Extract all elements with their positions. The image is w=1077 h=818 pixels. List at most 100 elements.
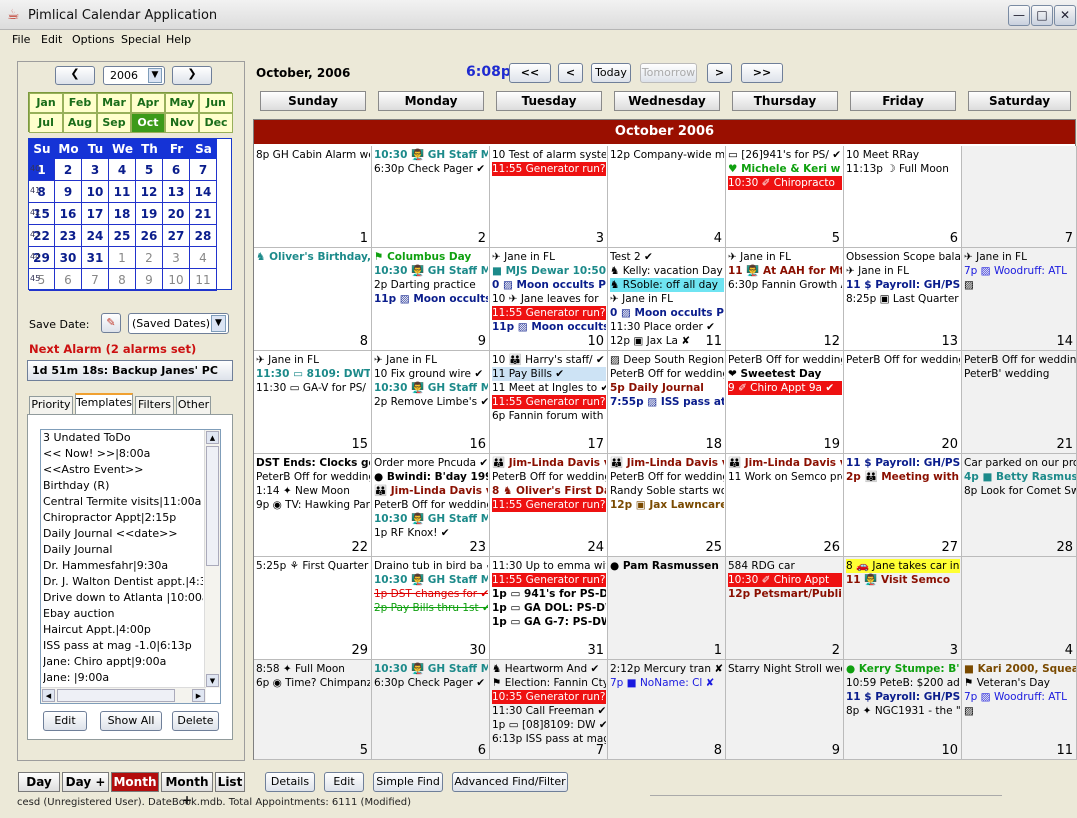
template-item[interactable]: << Now! >>|8:00a [43, 447, 203, 463]
calendar-event[interactable]: 12p Petsmart/Publix [728, 587, 842, 601]
calendar-day-cell[interactable]: 4 [962, 557, 1077, 660]
template-item[interactable]: Dr. Hammesfahr|9:30a [43, 559, 203, 575]
month-oct[interactable]: Oct [131, 113, 165, 133]
calendar-event[interactable]: 11p ▨ Moon occults [492, 320, 606, 334]
edit-button[interactable]: Edit [324, 772, 364, 792]
calendar-event[interactable]: 11:55 Generator run? [492, 498, 606, 512]
calendar-event[interactable]: ♞ Oliver's Birthday, [256, 250, 370, 264]
month-dec[interactable]: Dec [199, 113, 233, 133]
prev-year-button[interactable]: ❮ [55, 66, 95, 85]
mini-day[interactable]: 11 [190, 269, 217, 291]
calendar-day-cell[interactable]: 8p GH Cabin Alarm we 1 [254, 146, 372, 248]
mini-day[interactable]: 16 [55, 203, 82, 225]
calendar-event[interactable]: 10:30 👨‍🏫 GH Staff Me [374, 662, 488, 676]
calendar-event[interactable]: 5:25p ⚘ First Quarter [256, 559, 370, 573]
tab-templates[interactable]: Templates [75, 393, 133, 414]
calendar-day-cell[interactable]: 5:25p ⚘ First Quarter 29 [254, 557, 372, 660]
scroll-left-icon[interactable]: ◀ [42, 689, 55, 702]
calendar-event[interactable]: Obsession Scope bala [846, 250, 960, 264]
calendar-event[interactable]: PeterB Off for wedding [728, 353, 842, 367]
calendar-event[interactable]: ▨ [964, 704, 1076, 718]
scroll-thumb[interactable] [206, 446, 219, 566]
calendar-event[interactable]: 11p ▨ Moon occults [374, 292, 488, 306]
calendar-day-cell[interactable]: DST Ends: Clocks go PeterB Off for weddin… [254, 454, 372, 557]
calendar-event[interactable]: 11:30 Place order ✔ [610, 320, 724, 334]
calendar-event[interactable]: 11:30 ▭ 8109: DWT-Pl [256, 367, 370, 381]
calendar-day-cell[interactable]: 11:30 Up to emma with 11:55 Generator run… [490, 557, 608, 660]
calendar-event[interactable]: 10 ✈ Jane leaves for [492, 292, 606, 306]
close-button[interactable]: ✕ [1054, 5, 1076, 26]
calendar-day-cell[interactable]: 10 👪 Harry's staff/ ✔ 11 Pay Bills ✔ 11 Me… [490, 351, 608, 454]
calendar-event[interactable]: PeterB Off for wedding [846, 353, 960, 367]
menu-edit[interactable]: Edit [41, 33, 62, 46]
prev-month-button[interactable]: << [509, 63, 551, 83]
month-apr[interactable]: Apr [131, 93, 165, 113]
menu-file[interactable]: File [12, 33, 30, 46]
calendar-day-cell[interactable]: 8 🚗 Jane takes car in 11 👨‍🏫 Visit Semco 3 [844, 557, 962, 660]
calendar-event[interactable]: 11 $ Payroll: GH/PS [846, 278, 960, 292]
calendar-day-cell[interactable]: Obsession Scope bala ✈ Jane in FL 11 $ Pay… [844, 248, 962, 351]
template-item[interactable]: Chiropractor Appt|2:15p [43, 511, 203, 527]
mini-day[interactable]: 2 [136, 247, 163, 269]
calendar-event[interactable]: 1p ▭ 941's for PS-D [492, 587, 606, 601]
calendar-event[interactable]: PeterB Off for wedding [492, 470, 606, 484]
calendar-day-cell[interactable]: ■ Kari 2000, Squeak ⚑ Veteran's Day 7p ▨ W… [962, 660, 1077, 760]
calendar-event[interactable]: 11:13p ☽ Full Moon [846, 162, 960, 176]
calendar-event[interactable]: 8p GH Cabin Alarm we [256, 148, 370, 162]
calendar-event[interactable]: 11 Meet at Ingles to ✔ [492, 381, 606, 395]
calendar-event[interactable]: 11:30 Up to emma with [492, 559, 606, 573]
view-day-button[interactable]: Day [18, 772, 60, 792]
mini-day[interactable]: 19 [136, 203, 163, 225]
calendar-event[interactable]: 7p ▨ Woodruff: ATL [964, 690, 1076, 704]
advanced-find-button[interactable]: Advanced Find/Filter [452, 772, 568, 792]
calendar-event[interactable]: ● Pam Rasmussen [610, 559, 724, 573]
calendar-event[interactable]: ♞ Kelly: vacation Day [610, 264, 724, 278]
calendar-event[interactable]: ⚑ Columbus Day [374, 250, 488, 264]
calendar-event[interactable]: 8p Look for Comet Swa [964, 484, 1076, 498]
mini-day[interactable]: 26 [136, 225, 163, 247]
calendar-day-cell[interactable]: 7 [962, 146, 1077, 248]
mini-day[interactable]: 3 [82, 159, 109, 181]
calendar-event[interactable]: ⚑ Veteran's Day [964, 676, 1076, 690]
month-jan[interactable]: Jan [29, 93, 63, 113]
calendar-event[interactable]: ✈ Jane in FL [256, 353, 370, 367]
mini-day[interactable]: 6 [55, 269, 82, 291]
calendar-event[interactable]: 👪 Jim-Linda Davis v [374, 484, 488, 498]
calendar-day-cell[interactable]: ✈ Jane in FL 10 Fix ground wire ✔ 10:30 👨‍… [372, 351, 490, 454]
view-list-button[interactable]: List [215, 772, 245, 792]
calendar-event[interactable]: 6:13p ISS pass at mag [492, 732, 606, 746]
calendar-event[interactable]: 10:35 Generator run? [492, 690, 606, 704]
calendar-day-cell[interactable]: ▭ [26]941's for PS/ ✔ ♥ Michele & Keri w1… [726, 146, 844, 248]
calendar-event[interactable]: 11 Work on Semco pro [728, 470, 842, 484]
calendar-event[interactable]: ■ Kari 2000, Squeak [964, 662, 1076, 676]
calendar-event[interactable]: 10:30 👨‍🏫 GH Staff Me [374, 264, 488, 278]
calendar-event[interactable]: Draino tub in bird ba ✔ [374, 559, 488, 573]
month-sep[interactable]: Sep [97, 113, 131, 133]
calendar-event[interactable]: 2p Darting practice [374, 278, 488, 292]
calendar-day-cell[interactable]: Draino tub in bird ba ✔ 10:30 👨‍🏫 GH Staf… [372, 557, 490, 660]
calendar-event[interactable]: 10:30 👨‍🏫 GH Staff Me [374, 381, 488, 395]
view-month-plus-button[interactable]: Month + [161, 772, 213, 807]
calendar-day-cell[interactable]: 10:30 👨‍🏫 GH Staff Me 6:30p Check Pager ✔… [372, 660, 490, 760]
calendar-event[interactable]: 1p DST changes for ✔ [374, 587, 488, 601]
calendar-day-cell[interactable]: 8:58 ✦ Full Moon 6p ◉ Time? Chimpanz 5 [254, 660, 372, 760]
maximize-button[interactable]: □ [1031, 5, 1053, 26]
calendar-event[interactable]: 11:30 Call Freeman ✔ [492, 704, 606, 718]
calendar-event[interactable]: 10 👪 Harry's staff/ ✔ [492, 353, 606, 367]
calendar-day-cell[interactable]: Test 2 ✔ ♞ Kelly: vacation Day ♞ RSoble: o… [608, 248, 726, 351]
calendar-event[interactable]: ✈ Jane in FL [964, 250, 1076, 264]
calendar-event[interactable]: Test 2 ✔ [610, 250, 724, 264]
calendar-event[interactable]: ♞ RSoble: off all day [610, 278, 724, 292]
scroll-up-icon[interactable]: ▲ [206, 431, 219, 444]
mini-day[interactable]: 23 [55, 225, 82, 247]
calendar-event[interactable]: 2p 👪 Meeting with S [846, 470, 960, 484]
calendar-event[interactable]: 👪 Jim-Linda Davis v [610, 456, 724, 470]
mini-day[interactable]: 18 [109, 203, 136, 225]
calendar-event[interactable]: 5p Daily Journal [610, 381, 724, 395]
calendar-day-cell[interactable]: 584 RDG car 10:30 ✐ Chiro Appt 12p Petsmar… [726, 557, 844, 660]
next-month-button[interactable]: >> [741, 63, 783, 83]
calendar-event[interactable]: 1p ▭ GA DOL: PS-DW [492, 601, 606, 615]
calendar-event[interactable]: 10:30 ✐ Chiropracto [728, 176, 842, 190]
view-day-plus-button[interactable]: Day + [62, 772, 109, 792]
template-item[interactable]: Dr. J. Walton Dentist appt.|4:30p [43, 575, 203, 591]
